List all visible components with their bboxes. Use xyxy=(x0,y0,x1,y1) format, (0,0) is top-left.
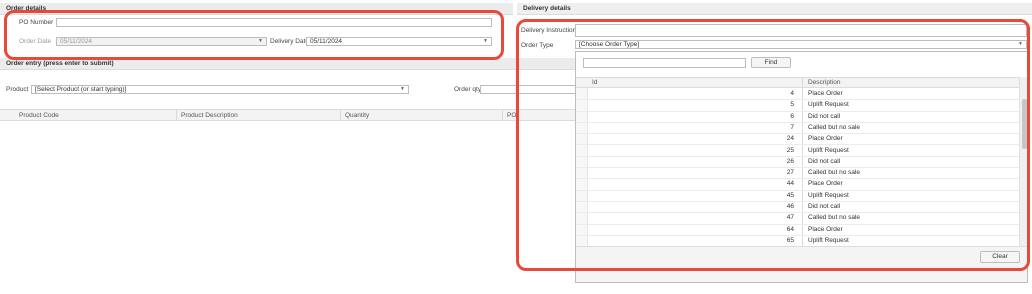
order-grid-body xyxy=(0,121,580,293)
column-product-description[interactable]: Product Description xyxy=(181,112,238,119)
annotation-order-details xyxy=(4,10,504,60)
annotation-delivery-dropdown xyxy=(516,19,1030,271)
delivery-details-header: Delivery details xyxy=(517,3,1032,15)
column-product-code[interactable]: Product Code xyxy=(19,112,59,119)
order-entry-title: Order entry (press enter to submit) xyxy=(6,60,114,67)
chevron-down-icon[interactable]: ▼ xyxy=(400,86,405,93)
product-placeholder: [Select Product (or start typing)] xyxy=(35,86,127,93)
order-qty-label: Order qty xyxy=(454,86,482,93)
order-grid-header: Product Code Product Description Quantit… xyxy=(0,109,580,121)
product-select[interactable]: [Select Product (or start typing)] ▼ xyxy=(31,85,409,94)
column-quantity[interactable]: Quantity xyxy=(345,112,369,119)
column-po[interactable]: PO xyxy=(507,112,516,119)
product-label: Product xyxy=(6,86,29,93)
delivery-details-title: Delivery details xyxy=(523,5,571,12)
